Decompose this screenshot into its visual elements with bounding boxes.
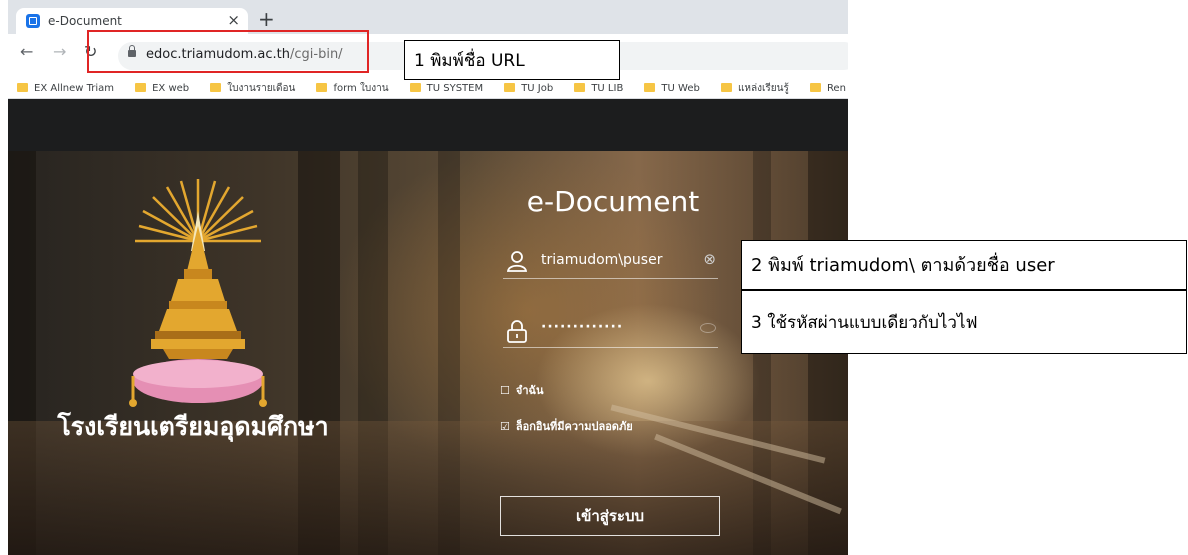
bookmark-folder[interactable]: TU LIB <box>574 78 623 98</box>
username-field[interactable]: triamudom\puser ⊗ <box>503 246 718 279</box>
folder-icon <box>644 83 656 92</box>
folder-icon <box>809 83 821 92</box>
page-header <box>8 99 848 151</box>
tab-title: e-Document <box>48 14 122 28</box>
login-hero: โรงเรียนเตรียมอุดมศึกษา e-Document triam… <box>8 151 848 555</box>
bookmark-folder[interactable]: TU Job <box>504 78 553 98</box>
browser-window: e-Document × + ← → ↻ edoc.triamudom.ac.t… <box>8 0 848 555</box>
user-icon <box>506 251 528 272</box>
remember-me-checkbox[interactable]: ☐ จำฉัน <box>500 381 544 399</box>
login-title: e-Document <box>526 185 700 218</box>
url-highlight-box <box>87 30 369 73</box>
folder-icon <box>504 83 516 92</box>
password-field[interactable]: ············· <box>503 315 718 348</box>
callout-step-2: 2 พิมพ์ triamudom\ ตามด้วยชื่อ user <box>741 240 1187 290</box>
folder-icon <box>17 83 28 92</box>
bookmark-folder[interactable]: Ren <box>809 78 846 98</box>
show-password-eye-icon[interactable] <box>700 323 716 333</box>
clear-input-icon[interactable]: ⊗ <box>703 250 716 268</box>
secure-login-label: ล็อกอินที่มีความปลอดภัย <box>515 420 633 433</box>
callout-step-1: 1 พิมพ์ชื่อ URL <box>404 40 620 80</box>
new-tab-button[interactable]: + <box>258 8 275 30</box>
login-button[interactable]: เข้าสู่ระบบ <box>500 496 720 536</box>
school-emblem-logo <box>129 179 267 407</box>
remember-me-label: จำฉัน <box>515 384 544 397</box>
secure-login-checkbox[interactable]: ☑ ล็อกอินที่มีความปลอดภัย <box>500 417 633 435</box>
checkbox-checked-icon: ☑ <box>500 420 510 433</box>
tab-close-icon[interactable]: × <box>227 11 240 29</box>
back-arrow-icon[interactable]: ← <box>20 42 33 61</box>
checkbox-unchecked-icon: ☐ <box>500 384 510 397</box>
school-name: โรงเรียนเตรียมอุดมศึกษา <box>57 412 329 441</box>
folder-icon <box>316 83 328 92</box>
bookmark-folder[interactable]: EX web <box>135 78 189 98</box>
tab-strip: e-Document × + <box>8 0 848 34</box>
username-value: triamudom\puser <box>541 252 663 268</box>
folder-icon <box>409 83 421 92</box>
callout-step-3: 3 ใช้รหัสผ่านแบบเดียวกับไวไฟ <box>741 290 1187 354</box>
bookmark-folder[interactable]: แหล่งเรียนรู้ <box>720 78 789 98</box>
bookmark-folder[interactable]: EX Allnew Triam <box>17 78 114 98</box>
forward-arrow-icon[interactable]: → <box>53 42 66 61</box>
folder-icon <box>210 83 222 92</box>
folder-icon <box>135 83 147 92</box>
document-favicon-icon <box>26 14 40 28</box>
bookmark-folder[interactable]: ใบงานรายเดือน <box>210 78 295 98</box>
bookmark-folder[interactable]: form ใบงาน <box>316 78 389 98</box>
folder-icon <box>720 83 732 92</box>
password-mask: ············· <box>541 319 624 335</box>
folder-icon <box>574 83 586 92</box>
bookmark-folder[interactable]: TU SYSTEM <box>409 78 483 98</box>
lock-icon <box>507 320 527 343</box>
bookmark-folder[interactable]: TU Web <box>644 78 700 98</box>
